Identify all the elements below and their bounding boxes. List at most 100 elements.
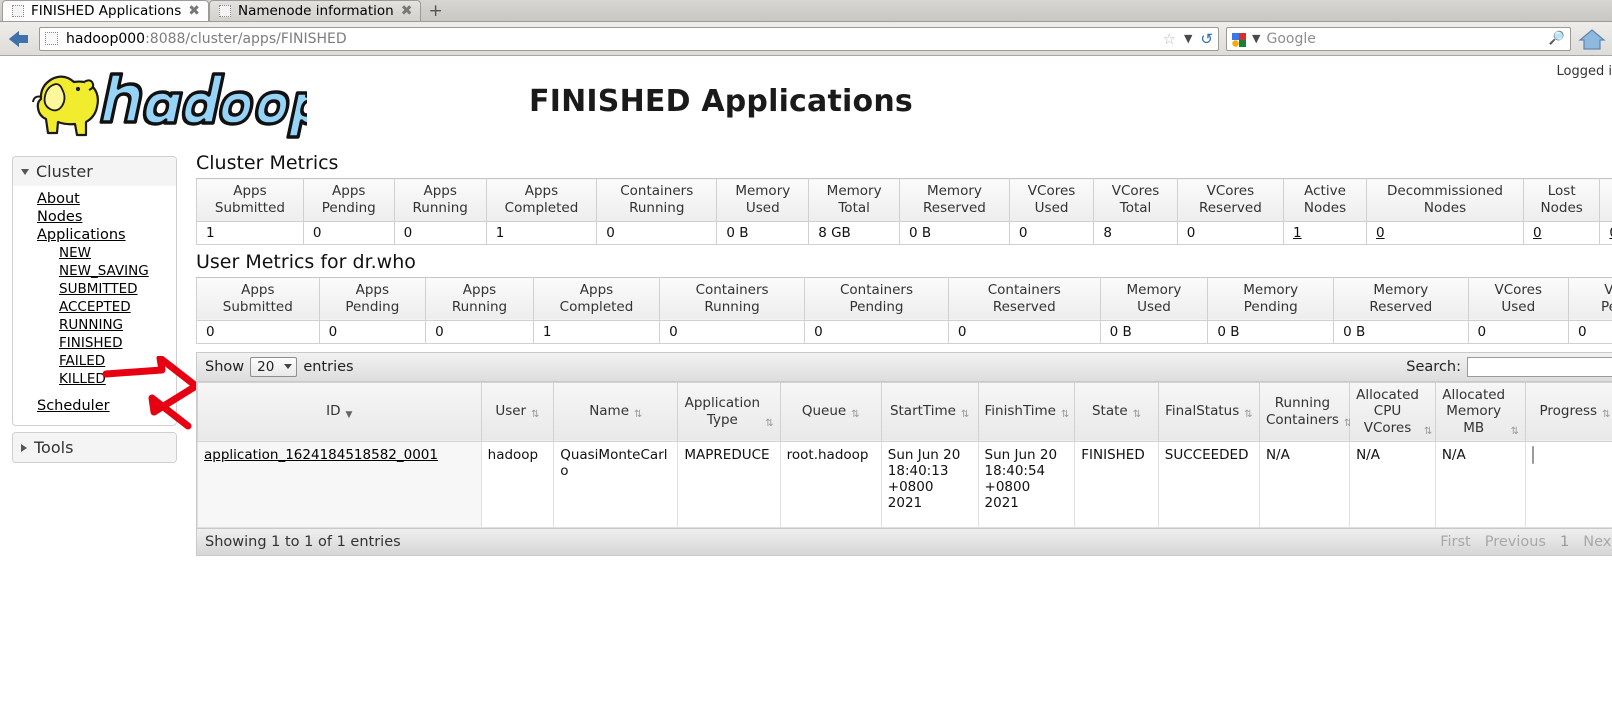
col-apps-pending: Apps Pending bbox=[302, 178, 395, 222]
sidebar-item-killed[interactable]: KILLED bbox=[13, 370, 176, 388]
col-header-running-containers[interactable]: Running Containers ⇅ bbox=[1258, 381, 1352, 443]
pagination-first[interactable]: First bbox=[1440, 534, 1471, 550]
val-user-apps-completed: 1 bbox=[532, 319, 661, 344]
cell-finalstatus: SUCCEEDED bbox=[1157, 441, 1260, 529]
val-decommissioned-nodes[interactable]: 0 bbox=[1366, 220, 1524, 245]
binoculars-icon[interactable]: 🔎 bbox=[1549, 31, 1565, 46]
col-header-starttime[interactable]: StartTime ⇅ bbox=[880, 381, 979, 443]
back-arrow-icon[interactable] bbox=[6, 28, 32, 50]
col-active-nodes: Active Nodes bbox=[1283, 178, 1368, 222]
sidebar-item-scheduler[interactable]: Scheduler bbox=[13, 397, 176, 415]
logged-in-label: Logged i bbox=[1556, 64, 1612, 79]
datatable-filter-control: Search: bbox=[1406, 356, 1612, 377]
home-icon[interactable] bbox=[1578, 27, 1606, 51]
browser-search-bar[interactable]: ▼ Google 🔎 bbox=[1226, 26, 1571, 51]
page-length-value: 20 bbox=[257, 358, 275, 375]
chevron-down-icon[interactable]: ▼ bbox=[1252, 32, 1260, 45]
col-user-memory-used: Memory Used bbox=[1099, 276, 1209, 321]
col-lost-nodes: Lost Nodes bbox=[1522, 178, 1601, 222]
cell-application-type: MAPREDUCE bbox=[677, 441, 781, 529]
val-apps-pending: 0 bbox=[302, 220, 395, 245]
val-unhealthy-nodes[interactable]: 0 bbox=[1599, 220, 1612, 245]
val-lost-nodes[interactable]: 0 bbox=[1522, 220, 1601, 245]
sidebar-item-applications[interactable]: Applications bbox=[13, 226, 176, 244]
col-header-id[interactable]: ID ▼ bbox=[197, 381, 482, 443]
sort-both-icon: ⇅ bbox=[531, 409, 540, 421]
cell-starttime: Sun Jun 20 18:40:13 +0800 2021 bbox=[880, 441, 979, 529]
col-header-finishtime[interactable]: FinishTime ⇅ bbox=[977, 381, 1076, 443]
val-vcores-used: 0 bbox=[1008, 220, 1095, 245]
val-user-vcores-pending: 0 bbox=[1567, 319, 1612, 344]
col-vcores-reserved: VCores Reserved bbox=[1176, 178, 1285, 222]
col-vcores-total: VCores Total bbox=[1093, 178, 1178, 222]
sidebar-item-nodes[interactable]: Nodes bbox=[13, 208, 176, 226]
col-header-application-type[interactable]: Application Type ⇅ bbox=[677, 381, 781, 443]
col-header-allocated-memory-mb[interactable]: Allocated Memory MB ⇅ bbox=[1434, 381, 1526, 443]
navigation-bar: hadoop000:8088/cluster/apps/FINISHED ☆ ▼… bbox=[0, 22, 1612, 56]
tab-title: FINISHED Applications bbox=[31, 3, 182, 19]
sidebar-item-finished[interactable]: FINISHED bbox=[13, 334, 176, 352]
val-apps-submitted: 1 bbox=[196, 220, 304, 245]
pagination-next[interactable]: Next bbox=[1583, 534, 1612, 550]
col-header-allocated-cpu-vcores[interactable]: Allocated CPU VCores ⇅ bbox=[1349, 381, 1436, 443]
search-input[interactable] bbox=[1467, 356, 1612, 377]
col-header-name[interactable]: Name ⇅ bbox=[553, 381, 679, 443]
chevron-down-icon[interactable]: ▼ bbox=[1184, 32, 1192, 45]
pagination-previous[interactable]: Previous bbox=[1485, 534, 1546, 550]
sidebar-cluster-header[interactable]: Cluster bbox=[13, 157, 176, 186]
sidebar-item-running[interactable]: RUNNING bbox=[13, 316, 176, 334]
col-user-containers-pending: Containers Pending bbox=[804, 276, 949, 321]
val-active-nodes[interactable]: 1 bbox=[1283, 220, 1368, 245]
tab-strip: FINISHED Applications ✖ Namenode informa… bbox=[0, 0, 1612, 22]
google-icon[interactable] bbox=[1232, 32, 1246, 47]
col-user-apps-completed: Apps Completed bbox=[532, 276, 661, 321]
sidebar-tools-header[interactable]: Tools bbox=[13, 433, 176, 462]
col-header-finalstatus[interactable]: FinalStatus ⇅ bbox=[1157, 381, 1260, 443]
col-decommissioned-nodes: Decommissioned Nodes bbox=[1366, 178, 1524, 222]
cell-application-id[interactable]: application_1624184518582_0001 bbox=[197, 441, 482, 529]
sidebar-item-submitted[interactable]: SUBMITTED bbox=[13, 280, 176, 298]
col-header-queue[interactable]: Queue ⇅ bbox=[779, 381, 882, 443]
sidebar-tools-label: Tools bbox=[34, 438, 74, 457]
val-containers-running: 0 bbox=[596, 220, 718, 245]
val-user-apps-pending: 0 bbox=[318, 319, 427, 344]
sort-both-icon: ⇅ bbox=[1244, 409, 1253, 421]
sort-both-icon: ⇅ bbox=[1132, 409, 1142, 421]
url-bar[interactable]: hadoop000:8088/cluster/apps/FINISHED ☆ ▼… bbox=[39, 26, 1219, 51]
new-tab-button[interactable]: + bbox=[421, 3, 449, 21]
reload-icon[interactable]: ↺ bbox=[1200, 30, 1213, 48]
url-path: :8088/cluster/apps/FINISHED bbox=[145, 30, 347, 47]
col-header-state[interactable]: State ⇅ bbox=[1074, 381, 1159, 443]
close-icon[interactable]: ✖ bbox=[401, 4, 413, 18]
sidebar-cluster-label: Cluster bbox=[36, 162, 93, 181]
sidebar-item-accepted[interactable]: ACCEPTED bbox=[13, 298, 176, 316]
sidebar-item-failed[interactable]: FAILED bbox=[13, 352, 176, 370]
col-user-vcores-used: VCores Used bbox=[1467, 276, 1569, 321]
bookmark-star-icon[interactable]: ☆ bbox=[1163, 30, 1176, 48]
col-user-apps-running: Apps Running bbox=[425, 276, 534, 321]
sidebar-item-new-saving[interactable]: NEW_SAVING bbox=[13, 262, 176, 280]
cluster-metrics-table: Apps Submitted Apps Pending Apps Running… bbox=[196, 178, 1612, 245]
tab-favicon-icon bbox=[218, 5, 231, 17]
page-length-select[interactable]: 20 bbox=[250, 356, 298, 377]
col-user-memory-pending: Memory Pending bbox=[1207, 276, 1335, 321]
col-header-user[interactable]: User ⇅ bbox=[480, 381, 555, 443]
browser-tab-finished-applications[interactable]: FINISHED Applications ✖ bbox=[2, 0, 209, 21]
col-containers-running: Containers Running bbox=[596, 178, 718, 222]
browser-tab-namenode-information[interactable]: Namenode information ✖ bbox=[208, 0, 422, 21]
sidebar-item-about[interactable]: About bbox=[13, 190, 176, 208]
browser-chrome: FINISHED Applications ✖ Namenode informa… bbox=[0, 0, 1612, 56]
val-user-memory-reserved: 0 B bbox=[1333, 319, 1469, 344]
application-id-link[interactable]: application_1624184518582_0001 bbox=[204, 447, 438, 463]
cell-finishtime: Sun Jun 20 18:40:54 +0800 2021 bbox=[977, 441, 1076, 529]
close-icon[interactable]: ✖ bbox=[188, 4, 200, 18]
col-memory-used: Memory Used bbox=[716, 178, 810, 222]
col-header-progress[interactable]: Progress ⇅ bbox=[1524, 381, 1612, 443]
pagination-page-1[interactable]: 1 bbox=[1560, 534, 1569, 550]
cell-progress bbox=[1524, 441, 1612, 529]
sidebar-item-new[interactable]: NEW bbox=[13, 244, 176, 262]
cell-allocated-memory-mb: N/A bbox=[1434, 441, 1526, 529]
table-row: 0 0 0 1 0 0 0 0 B 0 B 0 B 0 0 0 bbox=[196, 319, 1612, 344]
sidebar: Cluster About Nodes Applications NEW NEW… bbox=[12, 156, 177, 469]
